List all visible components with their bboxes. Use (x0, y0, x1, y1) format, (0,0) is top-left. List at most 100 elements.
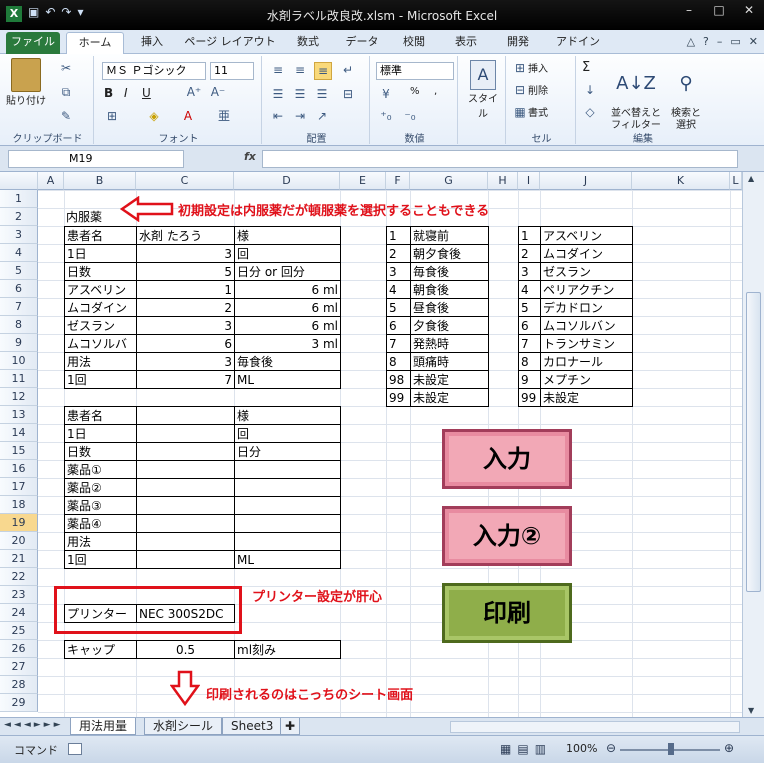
timing-code[interactable]: 6 (386, 316, 411, 335)
row-header-26[interactable]: 26 (0, 640, 38, 658)
cell-b9[interactable]: ムコソルバ (64, 334, 137, 353)
timing-code[interactable]: 1 (386, 226, 411, 245)
sheet-tab-label-sheet[interactable]: 水剤シール (144, 718, 223, 735)
row-header-1[interactable]: 1 (0, 190, 38, 208)
timing-label[interactable]: 未設定 (410, 388, 489, 407)
drug-name[interactable]: カロナール (540, 352, 633, 371)
cut-button[interactable]: ✂ (58, 60, 74, 76)
cell-c26[interactable]: 0.5 (136, 640, 235, 659)
cell-d6[interactable]: 6 ml (234, 280, 341, 299)
cell-c20[interactable] (136, 532, 235, 551)
cell-b6[interactable]: アスベリン (64, 280, 137, 299)
align-left-button[interactable]: ☰ (270, 86, 286, 102)
cell-d10[interactable]: 毎食後 (234, 352, 341, 371)
cell-d13[interactable]: 様 (234, 406, 341, 425)
drug-code[interactable]: 7 (518, 334, 541, 353)
cell-d21[interactable]: ML (234, 550, 341, 569)
formula-input[interactable] (262, 150, 738, 168)
column-header-g[interactable]: G (410, 172, 488, 190)
column-header-c[interactable]: C (136, 172, 234, 190)
column-header-d[interactable]: D (234, 172, 340, 190)
cell-c5[interactable]: 5 (136, 262, 235, 281)
column-header-j[interactable]: J (540, 172, 632, 190)
macro-record-icon[interactable] (68, 743, 82, 755)
timing-label[interactable]: 夕食後 (410, 316, 489, 335)
page-break-view-icon[interactable]: ▥ (535, 742, 546, 756)
row-header-3[interactable]: 3 (0, 226, 38, 244)
row-header-16[interactable]: 16 (0, 460, 38, 478)
zoom-out-icon[interactable]: ⊖ (606, 741, 616, 755)
tab-file[interactable]: ファイル (6, 32, 60, 54)
timing-code[interactable]: 4 (386, 280, 411, 299)
align-top-button[interactable]: ≡ (270, 62, 286, 78)
decrease-indent-button[interactable]: ⇤ (270, 108, 286, 124)
column-header-h[interactable]: H (488, 172, 518, 190)
cell-c10[interactable]: 3 (136, 352, 235, 371)
input-button[interactable]: 入力 (442, 429, 572, 489)
cell-b8[interactable]: ゼスラン (64, 316, 137, 335)
percent-button[interactable]: % (410, 86, 420, 97)
row-header-28[interactable]: 28 (0, 676, 38, 694)
drug-name[interactable]: アスベリン (540, 226, 633, 245)
cell-b14[interactable]: 1日 (64, 424, 137, 443)
vertical-scrollbar[interactable]: ▲ ▼ (742, 172, 764, 717)
drug-name[interactable]: デカドロン (540, 298, 633, 317)
timing-code[interactable]: 98 (386, 370, 411, 389)
timing-label[interactable]: 昼食後 (410, 298, 489, 317)
format-cells-button[interactable]: ▦ 書式 (512, 104, 548, 120)
doc-minimize-icon[interactable]: – (717, 35, 723, 48)
row-header-25[interactable]: 25 (0, 622, 38, 640)
cell-c9[interactable]: 6 (136, 334, 235, 353)
cell-b16[interactable]: 薬品① (64, 460, 137, 479)
timing-label[interactable]: 発熱時 (410, 334, 489, 353)
zoom-level[interactable]: 100% (566, 742, 597, 755)
worksheet-grid[interactable]: ABCDEFGHIJKL 1 2 3 4 5 6 7 8 9 10 11 12 13 14 15 16 17 18… (0, 172, 742, 717)
cell-c11[interactable]: 7 (136, 370, 235, 389)
autosum-button[interactable]: Σ (582, 60, 590, 75)
cell-d26[interactable]: ml刻み (234, 640, 341, 659)
cell-d7[interactable]: 6 ml (234, 298, 341, 317)
align-middle-button[interactable]: ≡ (292, 62, 308, 78)
row-header-24[interactable]: 24 (0, 604, 38, 622)
bold-button[interactable]: B (104, 86, 113, 100)
delete-cells-button[interactable]: ⊟ 削除 (512, 82, 548, 98)
row-header-4[interactable]: 4 (0, 244, 38, 262)
name-box[interactable]: M19 (8, 150, 184, 168)
timing-label[interactable]: 未設定 (410, 370, 489, 389)
drug-code[interactable]: 1 (518, 226, 541, 245)
row-header-21[interactable]: 21 (0, 550, 38, 568)
cell-d15[interactable]: 日分 (234, 442, 341, 461)
drug-name[interactable]: メプチン (540, 370, 633, 389)
row-header-15[interactable]: 15 (0, 442, 38, 460)
cell-d3[interactable]: 様 (234, 226, 341, 245)
cell-d9[interactable]: 3 ml (234, 334, 341, 353)
tab-view[interactable]: 表示 (444, 32, 488, 54)
underline-button[interactable]: U (142, 86, 151, 100)
timing-code[interactable]: 3 (386, 262, 411, 281)
phonetic-button[interactable]: 亜 (216, 108, 232, 124)
row-header-23[interactable]: 23 (0, 586, 38, 604)
cell-b26[interactable]: キャップ (64, 640, 137, 659)
row-header-6[interactable]: 6 (0, 280, 38, 298)
timing-code[interactable]: 5 (386, 298, 411, 317)
cell-d4[interactable]: 回 (234, 244, 341, 263)
italic-button[interactable]: I (124, 86, 128, 100)
drug-code[interactable]: 8 (518, 352, 541, 371)
column-header-b[interactable]: B (64, 172, 136, 190)
row-header-18[interactable]: 18 (0, 496, 38, 514)
row-header-14[interactable]: 14 (0, 424, 38, 442)
fx-icon[interactable]: fx (244, 150, 256, 163)
cell-d19[interactable] (234, 514, 341, 533)
cell-b20[interactable]: 用法 (64, 532, 137, 551)
timing-code[interactable]: 2 (386, 244, 411, 263)
select-all-corner[interactable] (0, 172, 38, 190)
fill-button[interactable]: ↓ (582, 82, 598, 98)
orientation-button[interactable]: ↗ (314, 108, 330, 124)
row-header-19[interactable]: 19 (0, 514, 38, 532)
cell-b10[interactable]: 用法 (64, 352, 137, 371)
cell-d14[interactable]: 回 (234, 424, 341, 443)
cell-c18[interactable] (136, 496, 235, 515)
column-header-e[interactable]: E (340, 172, 386, 190)
column-header-i[interactable]: I (518, 172, 540, 190)
drug-name[interactable]: ムコダイン (540, 244, 633, 263)
